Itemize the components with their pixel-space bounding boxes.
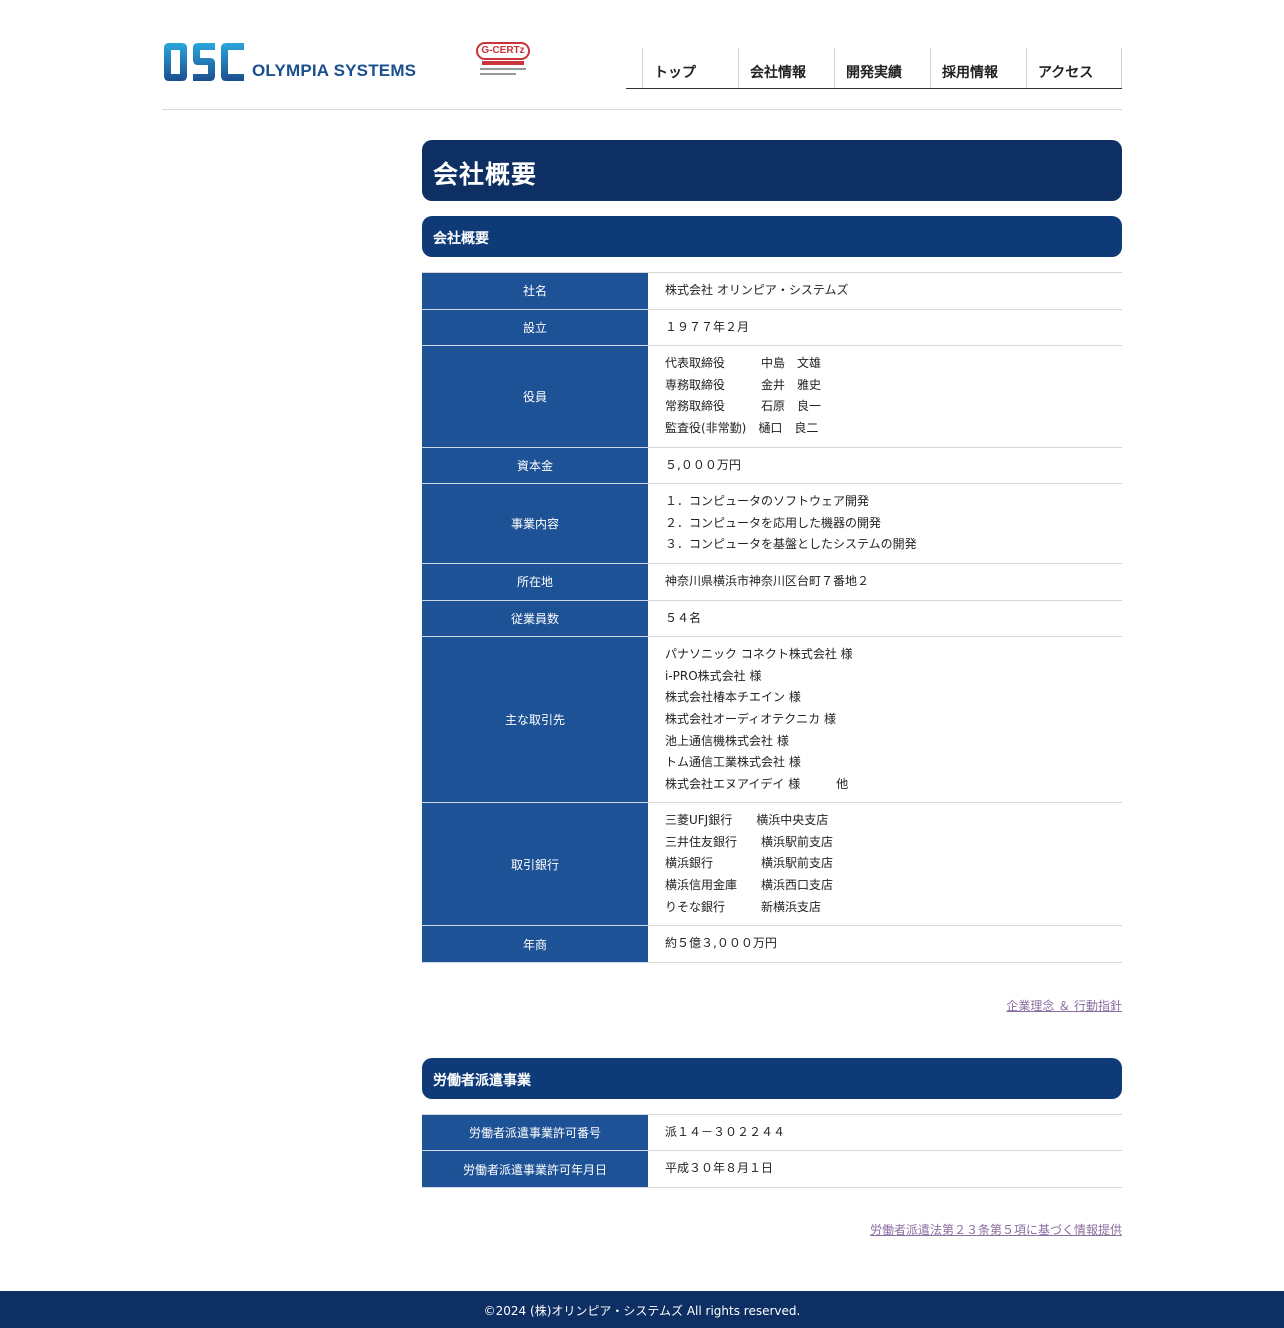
table-row: 労働者派遣事業許可年月日 平成３０年８月１日: [422, 1150, 1122, 1189]
section-title-dispatch: 労働者派遣事業: [422, 1057, 1122, 1099]
global-nav: トップ 会社情報 開発実績 採用情報 アクセス: [626, 48, 1122, 89]
row-value-line: 約５億３,０００万円: [665, 936, 777, 951]
cert-line: [480, 68, 526, 70]
certification-badge: G-CERTz: [476, 42, 530, 82]
row-label: 役員: [422, 345, 648, 448]
row-value-line: 派１４－３０２２４４: [665, 1124, 786, 1139]
table-row: 取引銀行 三菱UFJ銀行 横浜中央支店 三井住友銀行 横浜駅前支店 横浜銀行 横浜駅前…: [422, 802, 1122, 927]
row-label: 資本金: [422, 447, 648, 485]
row-value-line: 横浜銀行 横浜駅前支店: [665, 856, 834, 871]
company-info-table: 社名 株式会社 オリンピア・システムズ 設立 １９７７年２月 役員 代表取締役 中島 文雄…: [422, 272, 1122, 963]
row-value-line: 三井住友銀行 横浜駅前支店: [665, 834, 834, 849]
row-value-line: 常務取締役 石原 良一: [665, 399, 822, 414]
row-label: 事業内容: [422, 483, 648, 564]
row-value-line: 横浜信用金庫 横浜西口支店: [665, 878, 834, 893]
table-row: 所在地 神奈川県横浜市神奈川区台町７番地２: [422, 563, 1122, 601]
row-value: 平成３０年８月１日: [648, 1151, 1122, 1188]
row-value-line: 池上通信機株式会社 様: [665, 733, 789, 748]
row-value: 約５億３,０００万円: [648, 926, 1122, 963]
row-value: 派１４－３０２２４４: [648, 1114, 1122, 1151]
row-value-line: 代表取締役 中島 文雄: [665, 356, 822, 371]
table-row: 事業内容 １．コンピュータのソフトウェア開発 ２．コンピュータを応用した機器の開発 ３…: [422, 483, 1122, 564]
row-value-line: 監査役(非常勤) 樋口 良二: [665, 420, 819, 435]
dispatch-info-table: 労働者派遣事業許可番号 派１４－３０２２４４ 労働者派遣事業許可年月日 平成３０年８月…: [422, 1114, 1122, 1189]
row-value-line: 株式会社オーディオテクニカ 様: [665, 711, 836, 726]
row-value-line: ３．コンピュータを基盤としたシステムの開発: [665, 537, 917, 552]
row-value: 株式会社 オリンピア・システムズ: [648, 273, 1122, 310]
dispatch-info-link[interactable]: 労働者派遣法第２３条第５項に基づく情報提供: [870, 1223, 1122, 1237]
row-value-line: 平成３０年８月１日: [665, 1161, 774, 1176]
row-label: 主な取引先: [422, 636, 648, 804]
row-value-line: 株式会社椿本チエイン 様: [665, 690, 801, 705]
site-header: OLYMPIA SYSTEMS G-CERTz トップ 会社情報 開発実績 採用…: [162, 0, 1122, 110]
row-value: パナソニック コネクト株式会社 様 i-PRO株式会社 様株式会社椿本チエイン 様…: [648, 637, 1122, 803]
row-label: 設立: [422, 309, 648, 347]
philosophy-link-row: 企業理念 ＆ 行動指針: [422, 997, 1122, 1014]
row-value: ５,０００万円: [648, 447, 1122, 484]
table-row: 労働者派遣事業許可番号 派１４－３０２２４４: [422, 1114, 1122, 1152]
table-row: 従業員数 ５４名: [422, 600, 1122, 638]
table-row: 設立 １９７７年２月: [422, 309, 1122, 347]
row-value-line: i-PRO株式会社 様: [665, 668, 762, 683]
row-label: 取引銀行: [422, 802, 648, 927]
dispatch-info-link-row: 労働者派遣法第２３条第５項に基づく情報提供: [422, 1221, 1122, 1238]
row-value-line: 株式会社 オリンピア・システムズ: [665, 283, 849, 297]
row-value: １９７７年２月: [648, 309, 1122, 346]
logo-text: OLYMPIA SYSTEMS: [252, 61, 417, 80]
row-label: 社名: [422, 272, 648, 310]
philosophy-link[interactable]: 企業理念 ＆ 行動指針: [1006, 999, 1122, 1013]
row-value-line: ２．コンピュータを応用した機器の開発: [665, 515, 882, 530]
row-value-line: 株式会社エヌアイデイ 様 他: [665, 776, 849, 791]
main-content: 会社概要 会社概要 社名 株式会社 オリンピア・システムズ 設立 １９７７年２月 役員代…: [422, 140, 1122, 1238]
cert-line: [480, 73, 516, 75]
row-value: 三菱UFJ銀行 横浜中央支店 三井住友銀行 横浜駅前支店 横浜銀行 横浜駅前支店 横浜…: [648, 803, 1122, 926]
row-label: 従業員数: [422, 600, 648, 638]
row-value-line: １９７７年２月: [665, 319, 750, 334]
copyright-text: ©2024 (株)オリンピア・システムズ All rights reserved…: [483, 1304, 801, 1318]
row-value: 神奈川県横浜市神奈川区台町７番地２: [648, 563, 1122, 600]
row-value-line: １．コンピュータのソフトウェア開発: [665, 494, 870, 509]
row-value-line: りそな銀行 新横浜支店: [665, 899, 822, 914]
row-label: 労働者派遣事業許可番号: [422, 1114, 648, 1152]
osc-logo-mark: [164, 43, 244, 81]
table-row: 社名 株式会社 オリンピア・システムズ: [422, 272, 1122, 310]
company-info-body: 社名 株式会社 オリンピア・システムズ 設立 １９７７年２月 役員 代表取締役 中島 文雄…: [422, 272, 1122, 963]
row-value-line: 専務取締役 金井 雅史: [665, 377, 822, 392]
company-logo[interactable]: OLYMPIA SYSTEMS: [162, 40, 416, 82]
row-value-line: ５,０００万円: [665, 457, 741, 472]
table-row: 年商 約５億３,０００万円: [422, 925, 1122, 963]
row-value-line: 神奈川県横浜市神奈川区台町７番地２: [665, 573, 870, 588]
nav-item-top[interactable]: トップ: [642, 48, 738, 88]
row-value-line: トム通信工業株式会社 様: [665, 755, 801, 770]
section-title-overview: 会社概要: [422, 216, 1122, 257]
row-value: ５４名: [648, 600, 1122, 637]
row-value: １．コンピュータのソフトウェア開発 ２．コンピュータを応用した機器の開発 ３．コンピ…: [648, 484, 1122, 564]
row-value-line: パナソニック コネクト株式会社 様: [665, 647, 853, 662]
page-title: 会社概要: [422, 140, 1122, 201]
site-footer: ©2024 (株)オリンピア・システムズ All rights reserved…: [0, 1291, 1284, 1328]
cert-bar: [482, 61, 524, 65]
dispatch-info-body: 労働者派遣事業許可番号 派１４－３０２２４４ 労働者派遣事業許可年月日 平成３０年８月…: [422, 1114, 1122, 1189]
row-label: 年商: [422, 925, 648, 963]
table-row: 役員 代表取締役 中島 文雄 専務取締役 金井 雅史 常務取締役 石原 良一 監査役(非…: [422, 345, 1122, 448]
nav-item-access[interactable]: アクセス: [1026, 48, 1122, 88]
table-row: 資本金 ５,０００万円: [422, 447, 1122, 485]
row-label: 所在地: [422, 563, 648, 601]
nav-item-company[interactable]: 会社情報: [738, 48, 834, 88]
cert-label: G-CERTz: [476, 42, 530, 60]
table-row: 主な取引先 パナソニック コネクト株式会社 様 i-PRO株式会社 様株式会社椿本チ…: [422, 636, 1122, 804]
row-value: 代表取締役 中島 文雄 専務取締役 金井 雅史 常務取締役 石原 良一 監査役(非常勤…: [648, 346, 1122, 447]
row-value-line: ５４名: [665, 610, 702, 625]
row-value-line: 三菱UFJ銀行 横浜中央支店: [665, 813, 829, 828]
row-label: 労働者派遣事業許可年月日: [422, 1150, 648, 1189]
nav-item-recruit[interactable]: 採用情報: [930, 48, 1026, 88]
nav-item-works[interactable]: 開発実績: [834, 48, 930, 88]
